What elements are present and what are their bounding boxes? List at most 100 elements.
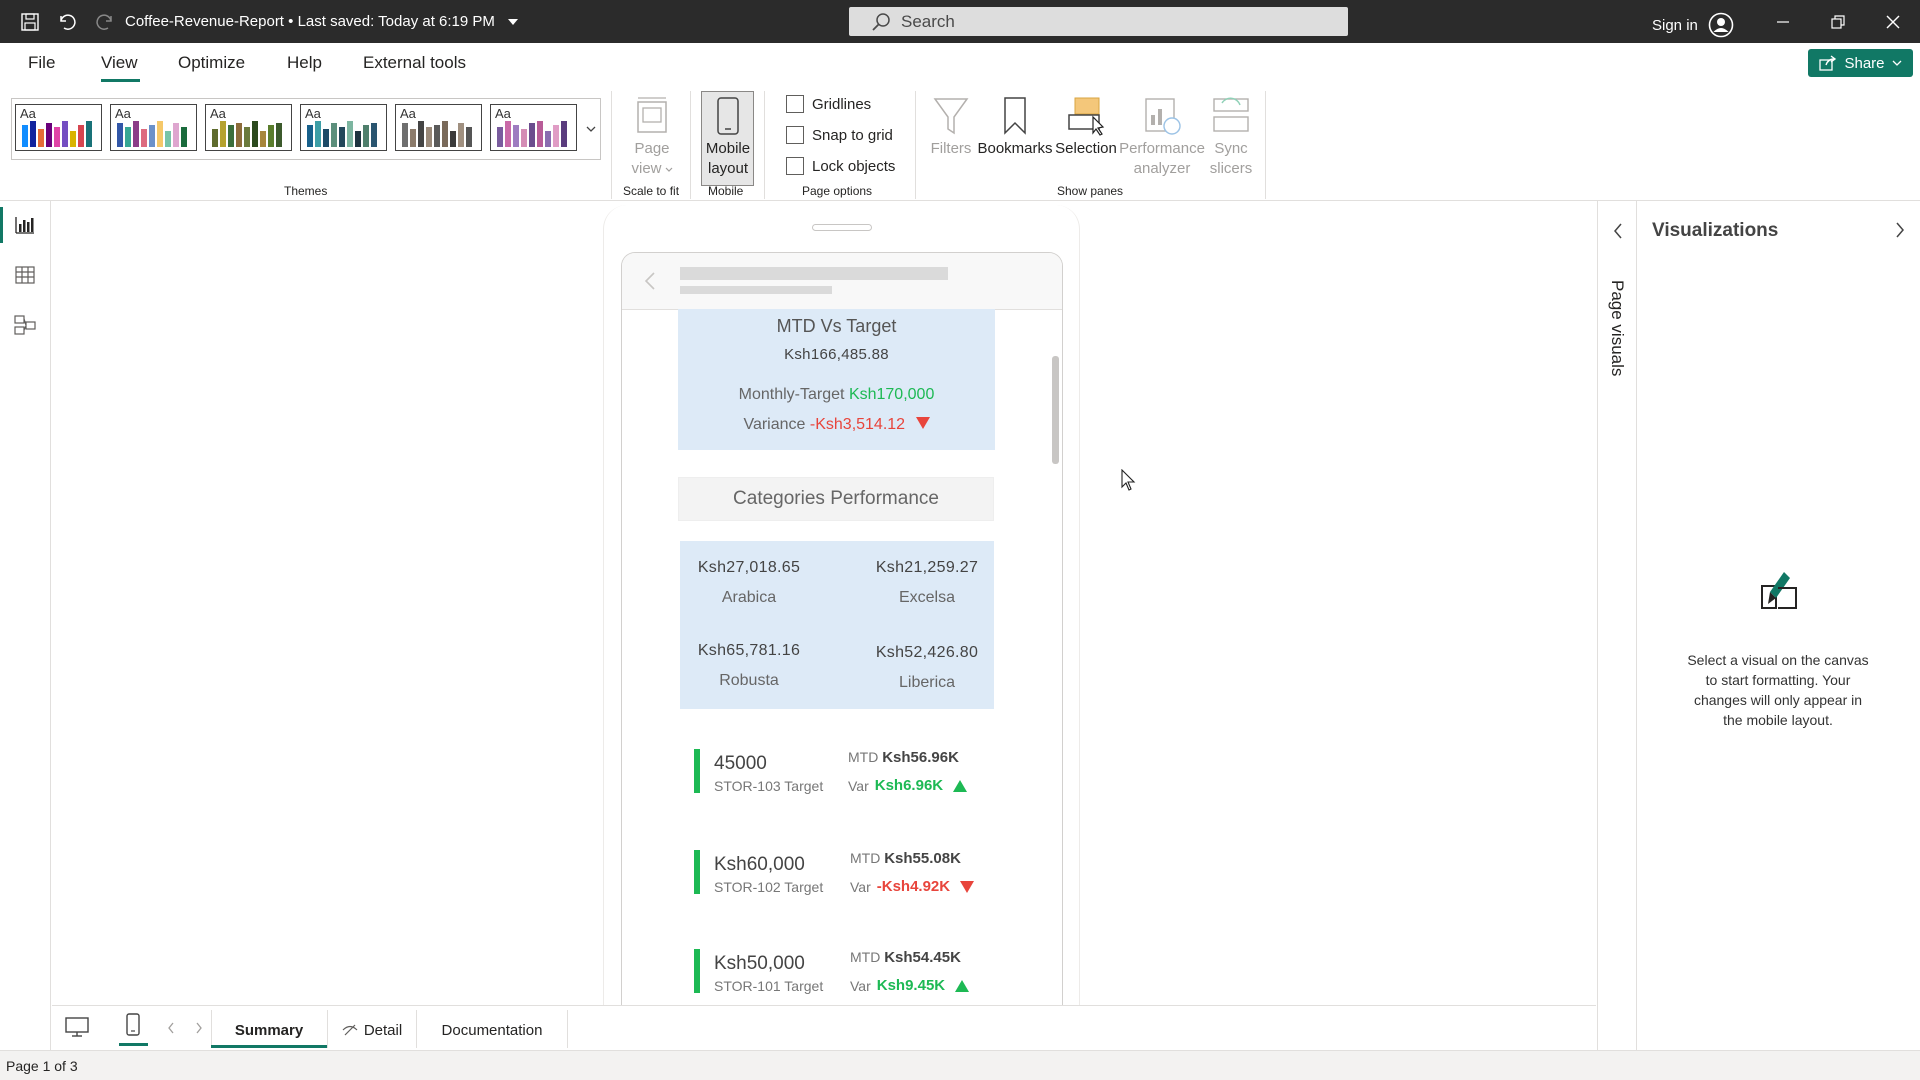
menu-view[interactable]: View [101,53,138,73]
categories-card[interactable]: Ksh27,018.65 Arabica Ksh21,259.27 Excels… [680,541,994,709]
document-title[interactable]: Coffee-Revenue-Report • Last saved: Toda… [125,13,519,30]
ribbon-divider [764,91,765,199]
header-placeholder-bar [680,286,832,294]
mobile-group-label: Mobile [708,184,744,198]
store-target-label: STOR-102 Target [714,879,824,895]
store-kpi-card[interactable]: Ksh50,000 STOR-101 Target MTD Ksh54.45K … [694,949,994,999]
chevron-down-icon [507,18,518,25]
mobile-layout-icon [713,93,743,139]
bookmarks-button[interactable]: Bookmarks [977,93,1053,159]
share-button[interactable]: Share [1808,49,1913,77]
undo-icon[interactable] [55,10,79,34]
store-kpi-card[interactable]: Ksh60,000 STOR-102 Target MTD Ksh55.08K … [694,850,994,900]
performance-label-1: Performance [1119,140,1205,157]
tab-summary[interactable]: Summary [212,1010,326,1050]
active-menu-indicator [101,79,140,82]
mtd-vs-target-card[interactable]: MTD Vs Target Ksh166,485.88 Monthly-Targ… [678,309,995,450]
store-kpi-card[interactable]: 45000 STOR-103 Target MTD Ksh56.96K Var K… [694,749,994,799]
table-view-icon[interactable] [13,263,37,287]
theme-thumbnail[interactable]: Aa [110,104,197,151]
var-label: Var [850,977,871,994]
card-title: MTD Vs Target [776,316,897,336]
down-triangle-icon [960,880,975,893]
report-view-icon[interactable] [13,213,37,237]
menu-external-tools[interactable]: External tools [363,53,466,73]
chevron-left-icon[interactable] [1613,223,1623,239]
var-label: Var [848,777,869,794]
theme-thumbnail[interactable]: Aa [15,104,102,151]
chevron-down-icon [665,167,672,172]
checkbox-box [786,126,804,144]
mobile-layout-content: Mobile layout [702,93,754,179]
store-var-value: -Ksh4.92K [876,878,951,895]
save-icon[interactable] [18,10,42,34]
page-view-icon [632,93,672,139]
title-bar: Coffee-Revenue-Report • Last saved: Toda… [0,0,1920,43]
chevron-down-icon [1892,60,1901,66]
theme-thumbnail[interactable]: Aa [490,104,577,151]
page-visuals-label[interactable]: Page visuals [1602,280,1632,400]
next-page-icon[interactable] [195,1022,203,1034]
filter-icon [931,93,971,139]
page-view-button[interactable]: Page view [628,93,676,179]
theme-thumbnail[interactable]: Aa [205,104,292,151]
document-title-text: Coffee-Revenue-Report • Last saved: Toda… [125,13,495,30]
tab-documentation[interactable]: Documentation [417,1010,567,1050]
gridlines-label: Gridlines [812,95,872,113]
active-layout-indicator [119,1043,148,1046]
mtd-label: MTD [850,850,881,866]
minimize-button[interactable] [1756,0,1810,43]
desktop-layout-icon[interactable] [64,1016,90,1038]
category-value: Ksh21,259.27 [875,559,979,576]
menu-help[interactable]: Help [287,53,322,73]
share-label: Share [1844,54,1885,72]
performance-analyzer-icon [1141,93,1183,139]
store-mtd-row: MTD Ksh54.45K [850,949,961,966]
checkbox-box [786,95,804,113]
tab-detail[interactable]: Detail [328,1010,416,1050]
gridlines-checkbox[interactable]: Gridlines [786,95,871,113]
category-excelsa: Ksh21,259.27 Excelsa [862,559,992,607]
store-mtd-value: Ksh55.08K [884,850,961,867]
monthly-target-label: Monthly-Target [738,386,845,403]
menu-optimize[interactable]: Optimize [178,53,245,73]
page-options-label: Page options [802,184,873,198]
filters-button[interactable]: Filters [927,93,975,159]
themes-expand-button[interactable] [582,99,600,159]
sign-in-button[interactable]: Sign in [1652,12,1734,38]
category-name: Liberica [898,674,956,691]
model-view-icon[interactable] [13,313,37,337]
restore-button[interactable] [1811,0,1865,43]
store-var-row: Var Ksh9.45K [850,977,970,994]
lock-objects-checkbox[interactable]: Lock objects [786,157,895,175]
mobile-scrollbar[interactable] [1052,356,1059,464]
snap-to-grid-checkbox[interactable]: Snap to grid [786,126,893,144]
category-name: Robusta [719,672,779,689]
theme-thumbnail[interactable]: Aa [395,104,482,151]
close-button[interactable] [1866,0,1920,43]
share-icon [1819,55,1837,71]
redo-icon[interactable] [93,10,117,34]
store-var-value: Ksh9.45K [876,977,946,994]
selection-label: Selection [1055,140,1117,157]
store-target-value: Ksh60,000 [714,854,805,875]
chevron-right-icon[interactable] [1895,222,1905,238]
selection-button[interactable]: Selection [1054,93,1118,159]
kpi-indicator-bar [694,949,700,993]
sync-slicers-button[interactable]: Sync slicers [1206,93,1256,179]
kpi-indicator-bar [694,850,700,894]
menu-file[interactable]: File [28,53,55,73]
variance-row: Variance -Ksh3,514.12 [678,416,995,434]
sync-slicers-icon [1210,93,1252,139]
theme-label: Aa [400,106,416,121]
bookmark-icon [1000,93,1030,139]
search-input[interactable]: Search [849,7,1348,36]
mtd-label: MTD [848,749,879,765]
mobile-layout-toggle-icon[interactable] [125,1012,141,1038]
theme-thumbnail[interactable]: Aa [300,104,387,151]
mobile-layout-label-1: Mobile [705,140,751,157]
prev-page-icon[interactable] [167,1022,175,1034]
header-placeholder-bar [680,267,948,280]
variance-label: Variance [743,416,806,433]
performance-analyzer-button[interactable]: Performance analyzer [1119,93,1205,179]
